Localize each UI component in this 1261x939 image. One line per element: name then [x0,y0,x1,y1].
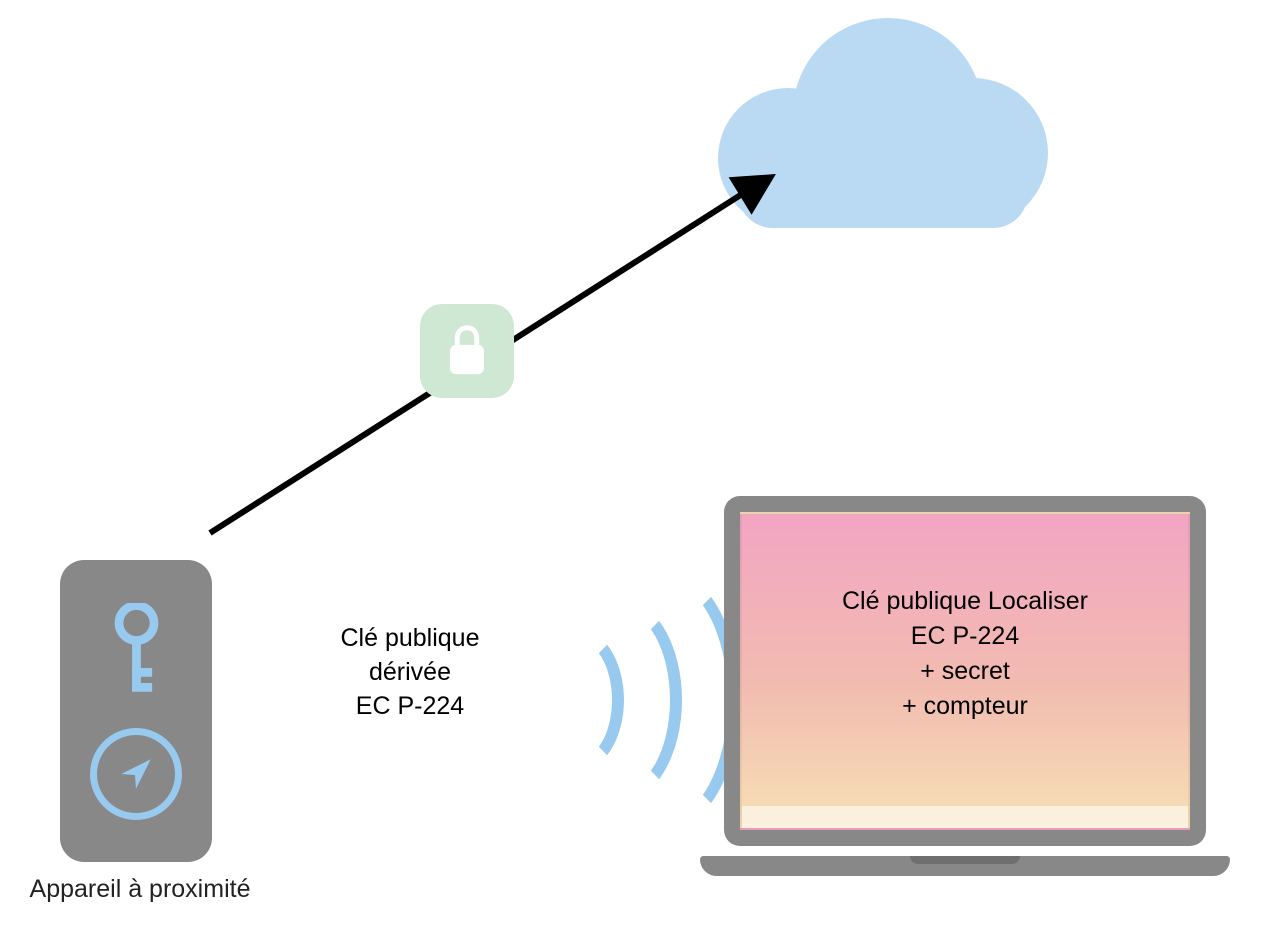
laptop-key-line4: + compteur [742,689,1188,724]
nearby-device-label: Appareil à proximité [0,875,280,904]
phone-notch [97,560,175,576]
derived-key-label: Clé publique dérivée EC P-224 [295,622,525,723]
wifi-waves-icon [540,570,720,830]
derived-key-line3: EC P-224 [295,690,525,724]
nearby-device-phone [60,560,212,862]
location-arrow-icon [90,728,182,820]
derived-key-line1: Clé publique [295,622,525,656]
diagram-canvas: Appareil à proximité Clé publique dérivé… [0,0,1261,939]
offline-laptop: Clé publique Localiser EC P-224 + secret… [700,496,1230,876]
laptop-base [700,856,1230,876]
laptop-key-line2: EC P-224 [742,619,1188,654]
laptop-lid: Clé publique Localiser EC P-224 + secret… [724,496,1206,846]
key-icon [109,603,164,708]
phone-screen [68,568,204,854]
laptop-key-line3: + secret [742,654,1188,689]
derived-key-line2: dérivée [295,656,525,690]
laptop-taskbar [742,806,1188,828]
laptop-key-label: Clé publique Localiser EC P-224 + secret… [742,584,1188,724]
laptop-screen: Clé publique Localiser EC P-224 + secret… [740,512,1190,830]
laptop-key-line1: Clé publique Localiser [742,584,1188,619]
lock-icon [420,304,514,398]
